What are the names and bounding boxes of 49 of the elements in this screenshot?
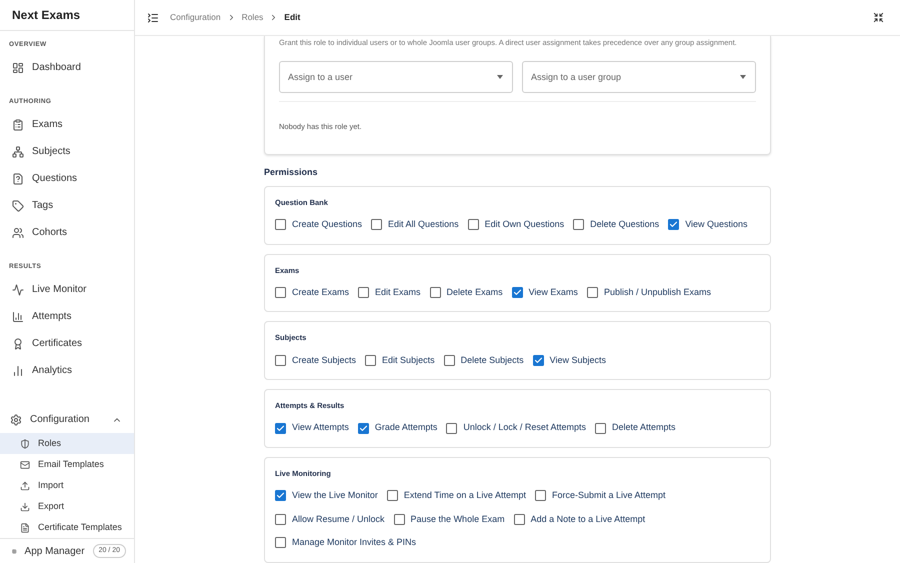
nav-item[interactable]: Configuration bbox=[0, 406, 134, 434]
breadcrumb-item[interactable]: Roles bbox=[242, 11, 264, 24]
app-title: Next Exams bbox=[12, 7, 80, 24]
permission-checkbox[interactable]: Create Questions bbox=[275, 218, 362, 232]
permission-checkbox[interactable]: Publish / Unpublish Exams bbox=[586, 286, 711, 300]
select-field[interactable]: Assign to a user bbox=[279, 61, 513, 93]
permission-checkbox[interactable]: Edit All Questions bbox=[371, 218, 459, 232]
permission-checkbox[interactable]: Manage Monitor Invites & PINs bbox=[275, 536, 416, 550]
nav-item[interactable]: Certificate Templates bbox=[0, 517, 134, 538]
permission-checkbox[interactable]: Extend Time on a Live Attempt bbox=[386, 489, 526, 502]
nav-item[interactable]: Dashboard bbox=[0, 54, 134, 82]
permission-checkbox[interactable]: Delete Questions bbox=[573, 218, 660, 232]
nav-item[interactable]: Tags bbox=[0, 192, 134, 220]
permission-checkbox[interactable]: Force-Submit a Live Attempt bbox=[534, 489, 666, 502]
permission-checkbox[interactable]: View Attempts bbox=[275, 421, 349, 435]
nav-item[interactable]: App Manager bbox=[24, 544, 85, 559]
breadcrumb-item[interactable]: Configuration bbox=[170, 11, 221, 24]
permission-checkbox[interactable]: View Subjects bbox=[532, 354, 606, 367]
nav-item[interactable]: Roles bbox=[0, 433, 134, 454]
nav-item[interactable]: Attempts bbox=[0, 303, 134, 330]
permission-checkbox[interactable]: View the Live Monitor bbox=[275, 489, 378, 502]
permission-checkbox[interactable]: Edit Own Questions bbox=[468, 218, 564, 232]
permission-checkbox[interactable]: Create Exams bbox=[275, 286, 350, 300]
nav-item[interactable]: Export bbox=[0, 496, 134, 518]
nav-item[interactable]: Analytics bbox=[0, 357, 134, 384]
permission-checkbox[interactable]: Unlock / Lock / Reset Attempts bbox=[446, 421, 586, 435]
nav-item[interactable]: Import bbox=[0, 475, 134, 496]
permission-checkbox[interactable]: Delete Exams bbox=[430, 286, 503, 300]
permission-checkbox[interactable]: Create Subjects bbox=[275, 354, 356, 367]
permission-checkbox[interactable]: Edit Subjects bbox=[365, 354, 435, 367]
nav-item[interactable]: Live Monitor bbox=[0, 276, 134, 304]
permission-checkbox[interactable]: Delete Subjects bbox=[444, 354, 524, 367]
permission-checkbox[interactable]: View Exams bbox=[512, 286, 578, 300]
nav-item[interactable]: Subjects bbox=[0, 138, 134, 166]
nav-item[interactable]: Exams bbox=[0, 111, 134, 138]
select-field[interactable]: Assign to a user group bbox=[522, 61, 756, 93]
permission-checkbox[interactable]: Add a Note to a Live Attempt bbox=[514, 512, 646, 526]
permission-checkbox[interactable]: Pause the Whole Exam bbox=[394, 512, 505, 526]
permission-checkbox[interactable]: Delete Attempts bbox=[594, 421, 676, 435]
nav-item[interactable]: Email Templates bbox=[0, 454, 134, 476]
permission-checkbox[interactable]: View Questions bbox=[668, 218, 748, 232]
nav-item[interactable]: Cohorts bbox=[0, 219, 134, 246]
breadcrumb-item: Edit bbox=[284, 11, 300, 24]
permission-checkbox[interactable]: Allow Resume / Unlock bbox=[275, 512, 385, 526]
permission-checkbox[interactable]: Grade Attempts bbox=[358, 421, 438, 435]
section-title: Permissions bbox=[264, 166, 319, 180]
nav-item[interactable]: Certificates bbox=[0, 330, 134, 358]
nav-item[interactable]: Questions bbox=[0, 165, 134, 192]
permission-checkbox[interactable]: Edit Exams bbox=[358, 286, 421, 300]
